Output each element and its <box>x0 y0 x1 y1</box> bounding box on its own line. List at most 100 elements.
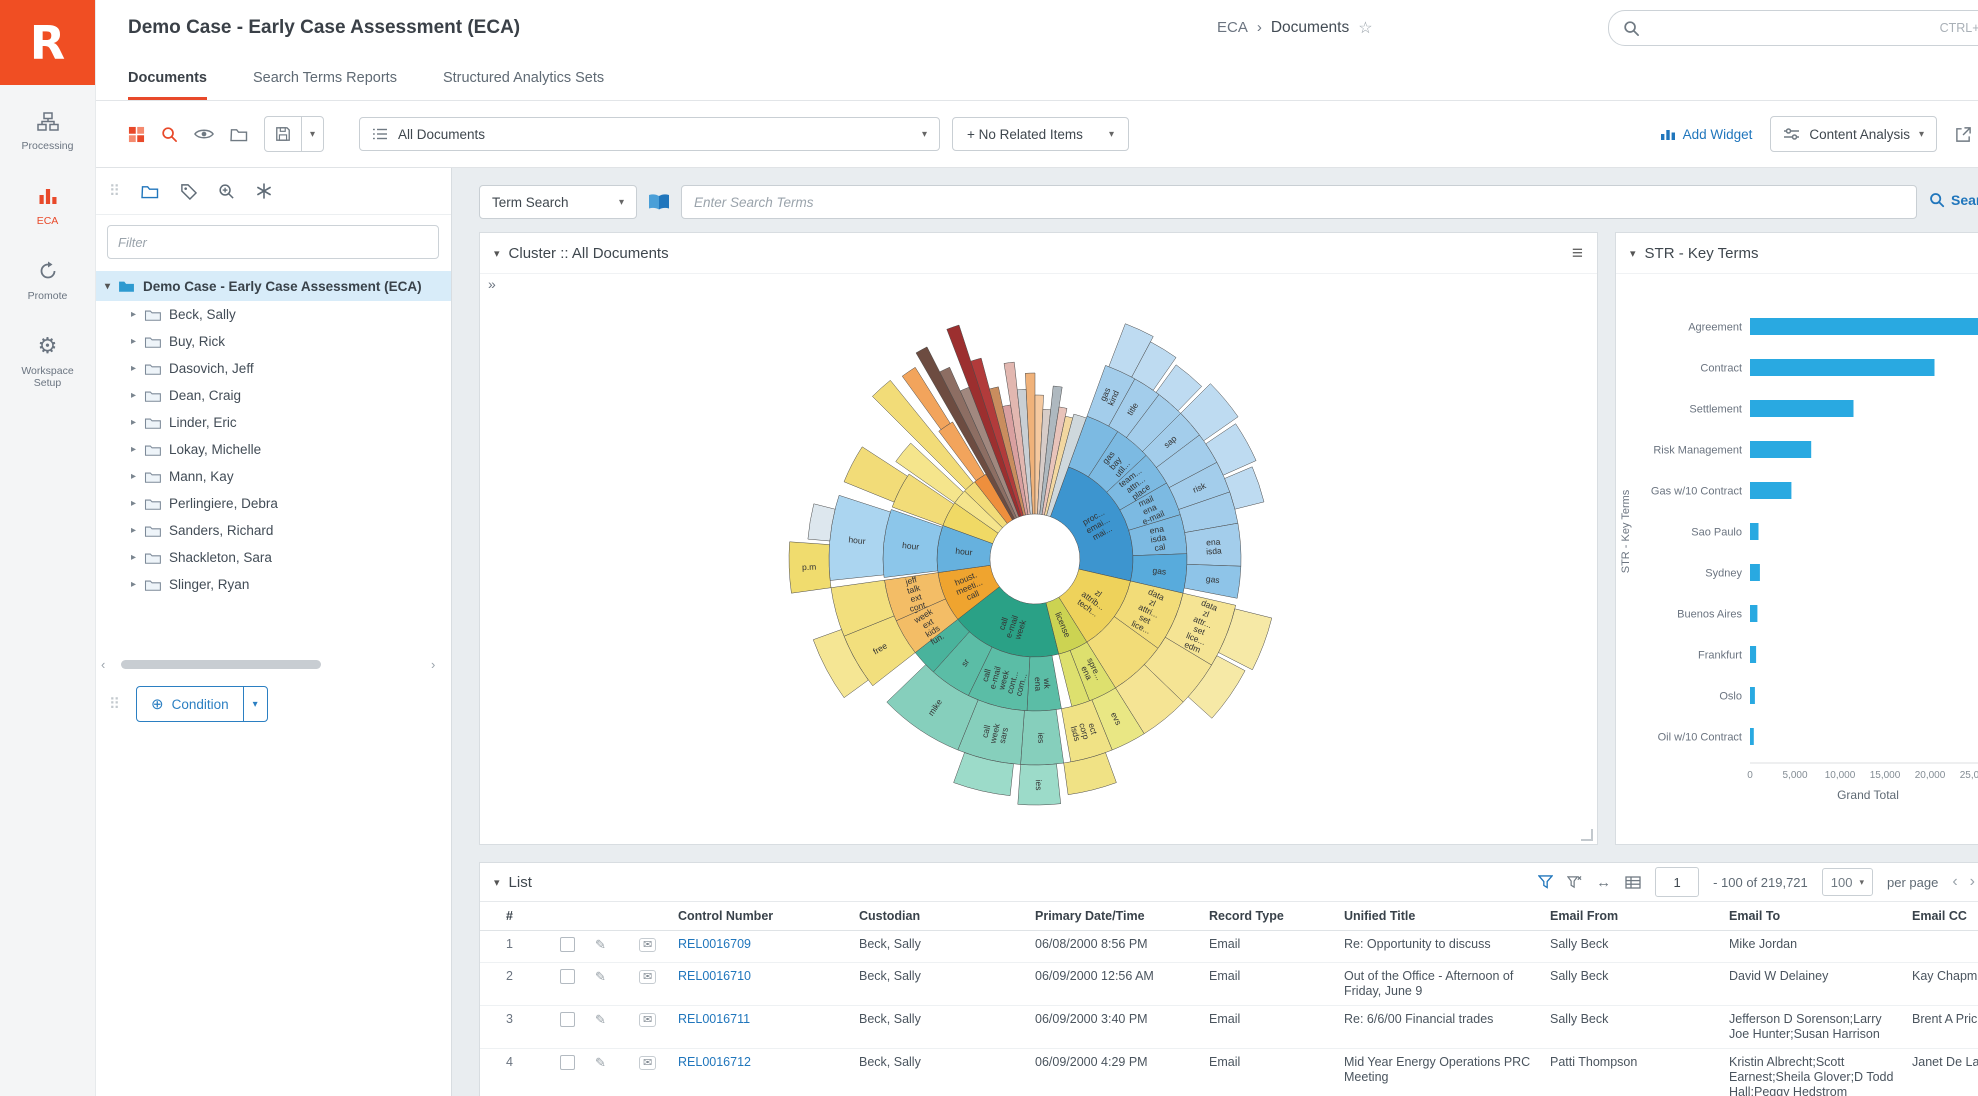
cluster-segment[interactable] <box>1021 710 1064 766</box>
scrollbar-thumb[interactable] <box>121 660 321 669</box>
bar[interactable] <box>1750 400 1854 417</box>
save-icon[interactable] <box>265 117 301 151</box>
cluster-segment[interactable] <box>844 447 908 502</box>
row-checkbox[interactable] <box>560 937 575 952</box>
chevron-right-icon[interactable]: ▸ <box>131 444 136 455</box>
filter-funnel-icon[interactable] <box>1538 875 1553 889</box>
folder-tree-item[interactable]: ▸Dean, Craig <box>95 382 451 409</box>
nav-processing[interactable]: Processing <box>0 109 95 152</box>
folder-tree-item[interactable]: ▸Dasovich, Jeff <box>95 355 451 382</box>
folder-tree-item[interactable]: ▸Slinger, Ryan <box>95 571 451 598</box>
scroll-right-icon[interactable]: › <box>431 657 443 672</box>
edit-pencil-icon[interactable]: ✎ <box>595 969 606 984</box>
cluster-mode-icon[interactable] <box>256 183 272 199</box>
saved-search-icon[interactable] <box>218 183 235 200</box>
folder-tree-item[interactable]: ▸Perlingiere, Debra <box>95 490 451 517</box>
folders-mode-icon[interactable] <box>141 184 159 199</box>
chevron-right-icon[interactable]: ▸ <box>131 471 136 482</box>
folder-tree-item[interactable]: ▸Buy, Rick <box>95 328 451 355</box>
page-start-input[interactable] <box>1655 867 1699 897</box>
chevron-right-icon[interactable]: ▸ <box>131 579 136 590</box>
nav-workspace-setup[interactable]: ⚙ Workspace Setup <box>0 334 95 389</box>
next-page-icon[interactable]: › <box>1970 873 1975 891</box>
row-checkbox[interactable] <box>560 969 575 984</box>
column-header[interactable]: Primary Date/Time <box>1035 902 1209 930</box>
related-items-select[interactable]: + No Related Items ▾ <box>952 117 1129 151</box>
collapse-chevron-icon[interactable]: ▾ <box>494 247 500 260</box>
scrollbar-track[interactable] <box>113 660 431 669</box>
folder-tree-item[interactable]: ▸Sanders, Richard <box>95 517 451 544</box>
search-mode-select[interactable]: Term Search ▾ <box>479 185 637 219</box>
column-header[interactable]: Email CC <box>1912 902 1978 930</box>
drag-handle-icon[interactable]: ⠿ <box>109 182 120 200</box>
column-header[interactable]: Custodian <box>859 902 1035 930</box>
tab-documents[interactable]: Documents <box>128 70 207 100</box>
column-header[interactable]: Record Type <box>1209 902 1344 930</box>
bar[interactable] <box>1750 359 1935 376</box>
chevron-right-icon[interactable]: ▸ <box>131 552 136 563</box>
chevron-right-icon[interactable]: ▸ <box>131 417 136 428</box>
control-number-link[interactable]: REL0016711 <box>678 1012 750 1026</box>
column-header[interactable]: Control Number <box>678 902 859 930</box>
tab-search-terms-reports[interactable]: Search Terms Reports <box>253 70 397 100</box>
document-scope-select[interactable]: All Documents ▾ <box>359 117 940 151</box>
column-width-icon[interactable]: ↔ <box>1596 874 1611 891</box>
search-panel-icon[interactable] <box>161 126 178 143</box>
chevron-right-icon[interactable]: ▸ <box>131 390 136 401</box>
field-tree-tag-icon[interactable] <box>180 183 197 200</box>
dictionary-book-icon[interactable] <box>648 193 670 216</box>
chevron-right-icon[interactable]: ▸ <box>131 309 136 320</box>
collapse-chevron-icon[interactable]: ▾ <box>494 876 500 889</box>
favorite-star-icon[interactable]: ☆ <box>1358 18 1372 38</box>
dashboard-icon[interactable] <box>128 126 145 143</box>
folder-tree-item[interactable]: ▸Linder, Eric <box>95 409 451 436</box>
edit-pencil-icon[interactable]: ✎ <box>595 1055 606 1070</box>
run-search-button[interactable]: Search <box>1929 192 1978 208</box>
control-number-link[interactable]: REL0016712 <box>678 1055 751 1069</box>
column-header[interactable]: Email From <box>1550 902 1729 930</box>
resize-grip[interactable] <box>1581 829 1593 841</box>
export-icon[interactable] <box>1955 126 1972 143</box>
table-grid-icon[interactable] <box>1625 876 1641 889</box>
cluster-segment[interactable] <box>1184 564 1241 598</box>
row-checkbox[interactable] <box>560 1055 575 1070</box>
cluster-segment[interactable] <box>1027 656 1061 712</box>
folder-tree-item[interactable]: ▸Lokay, Michelle <box>95 436 451 463</box>
chevron-right-icon[interactable]: ▸ <box>131 336 136 347</box>
bar[interactable] <box>1750 523 1759 540</box>
control-number-link[interactable]: REL0016709 <box>678 937 751 951</box>
page-size-select[interactable]: 100 ▾ <box>1822 868 1873 896</box>
add-widget-button[interactable]: Add Widget <box>1660 127 1753 142</box>
widget-menu-icon[interactable]: ≡ <box>1572 244 1583 263</box>
row-checkbox[interactable] <box>560 1012 575 1027</box>
collapse-chevron-icon[interactable]: ▾ <box>1630 247 1636 260</box>
bar[interactable] <box>1750 687 1755 704</box>
bar[interactable] <box>1750 728 1754 745</box>
prev-page-icon[interactable]: ‹ <box>1952 873 1957 891</box>
folder-tree-item[interactable]: ▸Beck, Sally <box>95 301 451 328</box>
condition-chevron-down-icon[interactable]: ▾ <box>243 687 267 721</box>
collapse-legend-icon[interactable]: » <box>488 276 496 292</box>
edit-pencil-icon[interactable]: ✎ <box>595 1012 606 1027</box>
breadcrumb-app[interactable]: ECA <box>1217 19 1248 36</box>
chevron-right-icon[interactable]: ▸ <box>131 498 136 509</box>
scroll-left-icon[interactable]: ‹ <box>101 657 113 672</box>
bar[interactable] <box>1750 646 1756 663</box>
column-header[interactable]: Email To <box>1729 902 1912 930</box>
bar[interactable] <box>1750 605 1757 622</box>
chevron-right-icon[interactable]: ▸ <box>131 363 136 374</box>
content-analysis-select[interactable]: Content Analysis ▾ <box>1770 116 1937 152</box>
breadcrumb-page[interactable]: Documents <box>1271 19 1349 37</box>
drag-handle-icon[interactable]: ⠿ <box>109 695 120 713</box>
chevron-right-icon[interactable]: ▸ <box>131 525 136 536</box>
bar[interactable] <box>1750 482 1791 499</box>
global-search-box[interactable]: CTRL+/ <box>1608 10 1978 46</box>
nav-promote[interactable]: Promote <box>0 259 95 302</box>
bar[interactable] <box>1750 564 1760 581</box>
folder-tree-item[interactable]: ▸Shackleton, Sara <box>95 544 451 571</box>
folder-filter-input[interactable] <box>107 225 439 259</box>
folder-browser-icon[interactable] <box>230 127 248 142</box>
cluster-segment[interactable] <box>1018 764 1061 805</box>
bar[interactable] <box>1750 318 1978 335</box>
add-condition-button[interactable]: ⊕ Condition <box>137 687 243 721</box>
